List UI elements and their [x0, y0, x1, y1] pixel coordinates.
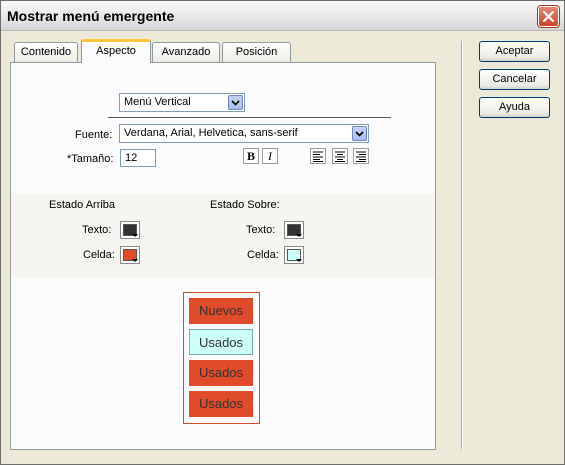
tab-avanzado[interactable]: Avanzado [152, 42, 220, 62]
preview-menu-item: Usados [189, 360, 253, 386]
cancel-button[interactable]: Cancelar [479, 69, 550, 90]
state-over-text-color-picker[interactable] [284, 221, 304, 239]
state-over-cell-label: Celda: [247, 249, 279, 261]
font-select-dropdown-button[interactable] [352, 126, 367, 141]
tab-contenido[interactable]: Contenido [14, 42, 78, 62]
caret-down-icon [132, 234, 138, 237]
font-select-value: Verdana, Arial, Helvetica, sans-serif [124, 127, 298, 139]
state-up-cell-color-picker[interactable] [120, 246, 140, 264]
caret-down-icon [296, 259, 302, 262]
align-left-button[interactable] [310, 148, 326, 164]
state-up-cell-label: Celda: [83, 249, 115, 261]
align-center-button[interactable] [332, 148, 348, 164]
close-button[interactable] [537, 5, 560, 28]
align-right-icon [356, 151, 366, 162]
state-over-title: Estado Sobre: [210, 199, 280, 211]
align-right-button[interactable] [353, 148, 369, 164]
layout-select-value: Menú Vertical [124, 96, 191, 108]
window-title: Mostrar menú emergente [7, 8, 175, 24]
state-over-text-label: Texto: [246, 224, 276, 236]
vertical-divider [461, 41, 463, 449]
chevron-down-icon [355, 130, 364, 137]
italic-button[interactable]: I [262, 148, 278, 164]
dialog-window: Mostrar menú emergente Contenido Aspecto… [0, 0, 565, 465]
preview-menu-item: Nuevos [189, 298, 253, 324]
title-bar[interactable]: Mostrar menú emergente [1, 1, 564, 31]
tab-aspecto[interactable]: Aspecto [81, 39, 151, 63]
size-label: *Tamaño: [67, 153, 114, 165]
layout-select[interactable]: Menú Vertical [119, 93, 245, 112]
menu-preview: Nuevos Usados Usados Usados [183, 292, 260, 424]
chevron-down-icon [231, 99, 240, 106]
align-center-icon [335, 151, 345, 162]
layout-select-dropdown-button[interactable] [228, 95, 243, 110]
state-up-text-label: Texto: [82, 224, 112, 236]
accept-button[interactable]: Aceptar [479, 41, 550, 62]
close-icon [543, 11, 554, 22]
align-left-icon [313, 151, 323, 162]
state-up-text-color-picker[interactable] [120, 221, 140, 239]
tab-panel-aspecto: Menú Vertical Fuente: Verdana, Arial, He… [10, 62, 436, 450]
tab-posicion[interactable]: Posición [222, 42, 291, 62]
caret-down-icon [296, 234, 302, 237]
state-over-cell-color-picker[interactable] [284, 246, 304, 264]
bold-button[interactable]: B [243, 148, 259, 164]
caret-down-icon [132, 259, 138, 262]
separator-line [108, 117, 391, 118]
font-select[interactable]: Verdana, Arial, Helvetica, sans-serif [119, 124, 369, 143]
font-label: Fuente: [75, 129, 113, 141]
help-button[interactable]: Ayuda [479, 97, 550, 118]
size-input[interactable]: 12 [120, 149, 156, 167]
state-up-title: Estado Arriba [49, 199, 116, 211]
preview-menu-item: Usados [189, 391, 253, 417]
preview-menu-item-hover: Usados [189, 329, 253, 355]
